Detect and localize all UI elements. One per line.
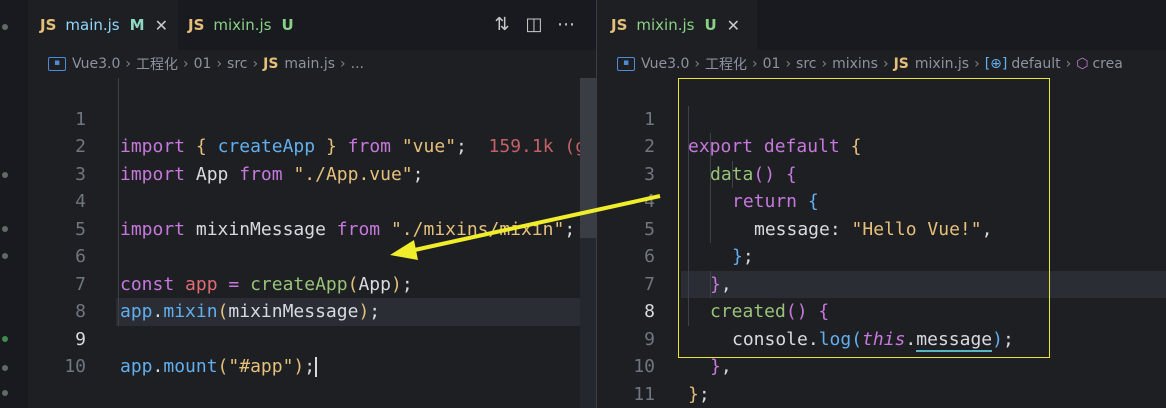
breadcrumb-item[interactable]: default (1011, 56, 1060, 72)
text-cursor (315, 357, 318, 377)
chevron-right-icon: › (340, 56, 346, 72)
activity-dot (2, 365, 8, 371)
folder-icon: ▪ (617, 57, 635, 71)
chevron-right-icon: › (1065, 56, 1072, 72)
chevron-right-icon: › (216, 56, 223, 72)
tab-mixin-js[interactable]: JS mixin.js U (188, 0, 318, 50)
modified-badge: M (129, 16, 145, 34)
chevron-right-icon: › (694, 56, 700, 72)
js-file-icon: JS (263, 56, 279, 72)
tab-bar: JS main.js M ✕ JS mixin.js U ⇅ ◫ ⋯ (28, 0, 596, 50)
chevron-right-icon: › (252, 56, 259, 72)
breadcrumb-item[interactable]: 01 (194, 56, 212, 72)
line-number: 10 (64, 356, 86, 377)
breadcrumb-item[interactable]: Vue3.0 (641, 56, 689, 72)
line-text: app.mount("#app"); (120, 356, 318, 377)
symbol-method-icon: ⬡ (1076, 56, 1089, 72)
breadcrumb-item[interactable]: crea (1092, 56, 1122, 72)
activity-dot (2, 226, 8, 232)
breadcrumb: ▪ Vue3.0 › 工程化 › 01 › src › JS main.js › ... (28, 50, 596, 78)
js-file-icon: JS (40, 16, 57, 34)
folder-icon: ▪ (48, 57, 66, 71)
untracked-badge: U (281, 16, 294, 34)
activity-dot (2, 253, 8, 259)
breadcrumb: ▪ Vue3.0 › 工程化 › 01 › src › mixins › JS mixin… (597, 50, 1166, 78)
breadcrumb-item[interactable]: 01 (763, 56, 781, 72)
tab-label: mixin.js (636, 16, 695, 34)
code-line: 7 app.mixin(mixinMessage); (28, 243, 596, 323)
code-line: 9 app.mount("#app"); (28, 298, 596, 377)
breadcrumb-item[interactable]: 工程化 (705, 54, 747, 74)
close-icon[interactable]: ✕ (727, 16, 740, 35)
breadcrumb-item[interactable]: Vue3.0 (72, 56, 120, 72)
activity-bar (0, 0, 28, 408)
code-line: 10 (28, 326, 596, 377)
chevron-right-icon: › (974, 56, 980, 72)
chevron-right-icon: › (785, 56, 792, 72)
code-line: 5 (28, 188, 596, 240)
chevron-right-icon: › (821, 56, 828, 72)
breadcrumb-item[interactable]: mixin.js (915, 56, 969, 72)
code-line: 4 import mixinMessage from "./mixins/mix… (28, 161, 596, 240)
line-number: 11 (633, 383, 655, 405)
code-line: 2 import App from "./App.vue"; (28, 106, 596, 185)
tab-bar: JS mixin.js U ✕ (597, 0, 1166, 50)
code-line: 3 (28, 133, 596, 185)
editor-left: JS main.js M ✕ JS mixin.js U ⇅ ◫ ⋯ ▪ Vue… (28, 0, 596, 408)
js-file-icon: JS (893, 56, 909, 72)
code-area[interactable]: 1 import { createApp } from "vue"; 159.1… (28, 78, 596, 408)
code-line: 8 (28, 271, 596, 322)
more-actions-icon[interactable]: ⋯ (554, 13, 578, 37)
code-line: 6 const app = createApp(App); (28, 216, 596, 295)
editor-right: JS mixin.js U ✕ ▪ Vue3.0 › 工程化 › 01 › src › … (597, 0, 1166, 408)
minimap-slider[interactable] (580, 78, 596, 238)
js-file-icon: JS (188, 16, 205, 34)
symbol-variable-icon: [⊕] (984, 56, 1008, 72)
breadcrumb-item[interactable]: main.js (284, 56, 335, 72)
untracked-badge: U (704, 16, 717, 34)
tab-label: mixin.js (213, 16, 272, 34)
annotation-highlight-box (678, 78, 1050, 358)
split-editor-icon[interactable]: ◫ (522, 13, 546, 37)
tab-label: main.js (65, 16, 120, 34)
chevron-right-icon: › (752, 56, 758, 72)
compare-changes-icon[interactable]: ⇅ (490, 13, 514, 37)
activity-dot (2, 390, 8, 396)
activity-dot (2, 24, 8, 30)
breadcrumb-item[interactable]: src (227, 56, 247, 72)
tab-mixin-js[interactable]: JS mixin.js U ✕ (597, 0, 757, 50)
activity-dot (2, 172, 8, 178)
chevron-right-icon: › (125, 56, 131, 72)
breadcrumb-item[interactable]: ... (351, 56, 364, 72)
close-icon[interactable]: ✕ (155, 16, 168, 35)
tab-main-js[interactable]: JS main.js M ✕ (28, 0, 178, 50)
chevron-right-icon: › (882, 56, 889, 72)
line-text: }; (688, 383, 710, 405)
breadcrumb-item[interactable]: mixins (832, 56, 878, 72)
code-line: 1 import { createApp } from "vue"; 159.1… (28, 78, 596, 158)
chevron-right-icon: › (183, 56, 189, 72)
js-file-icon: JS (611, 16, 628, 34)
breadcrumb-item[interactable]: 工程化 (136, 54, 178, 74)
minimap[interactable] (580, 78, 596, 408)
activity-dot (2, 336, 8, 342)
breadcrumb-item[interactable]: src (796, 56, 816, 72)
